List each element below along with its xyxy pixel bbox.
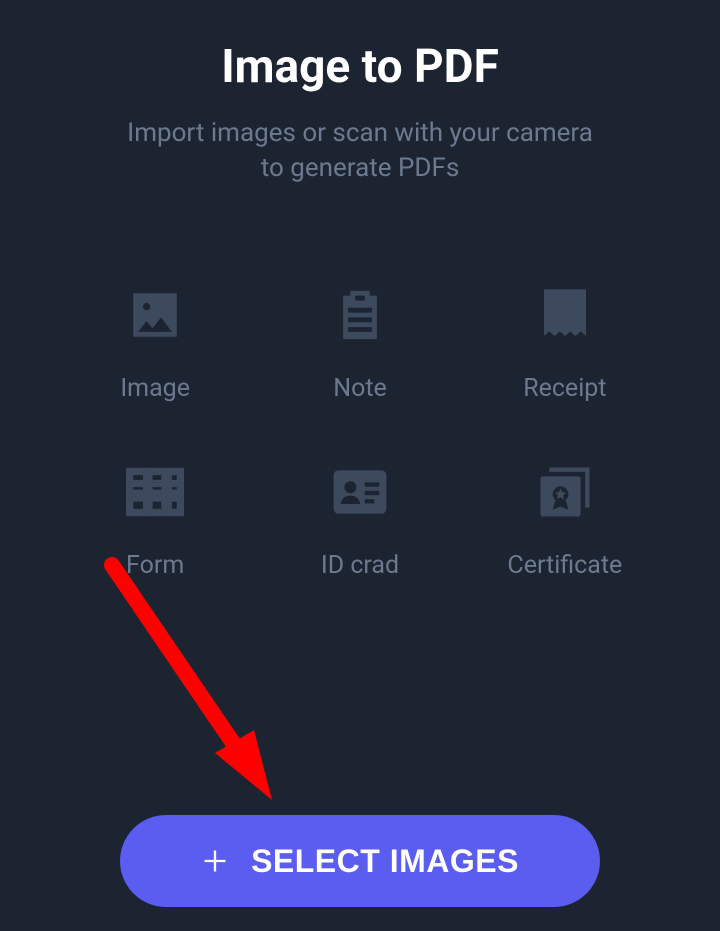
image-icon xyxy=(126,286,184,344)
id-card-icon xyxy=(331,463,389,521)
tile-receipt[interactable]: Receipt xyxy=(507,286,622,403)
tile-certificate[interactable]: Certificate xyxy=(507,463,622,580)
tile-label: Note xyxy=(333,374,387,403)
certificate-icon xyxy=(536,463,594,521)
page-subtitle: Import images or scan with your camera t… xyxy=(120,116,600,186)
select-images-label: SELECT IMAGES xyxy=(251,843,519,880)
tile-form[interactable]: Form xyxy=(98,463,213,580)
form-icon xyxy=(126,463,184,521)
tile-image[interactable]: Image xyxy=(98,286,213,403)
select-images-button[interactable]: SELECT IMAGES xyxy=(120,815,600,907)
tile-id-card[interactable]: ID crad xyxy=(303,463,418,580)
receipt-icon xyxy=(536,286,594,344)
tile-label: Form xyxy=(126,551,184,580)
annotation-arrow-icon xyxy=(100,555,300,835)
tile-label: Image xyxy=(120,374,190,403)
tile-note[interactable]: Note xyxy=(303,286,418,403)
tile-label: ID crad xyxy=(321,551,399,580)
plus-icon xyxy=(201,847,229,875)
category-grid: Image Note Receipt Form xyxy=(98,286,623,580)
tile-label: Receipt xyxy=(523,374,606,403)
note-icon xyxy=(331,286,389,344)
tile-label: Certificate xyxy=(507,551,622,580)
page-title: Image to PDF xyxy=(221,40,499,94)
